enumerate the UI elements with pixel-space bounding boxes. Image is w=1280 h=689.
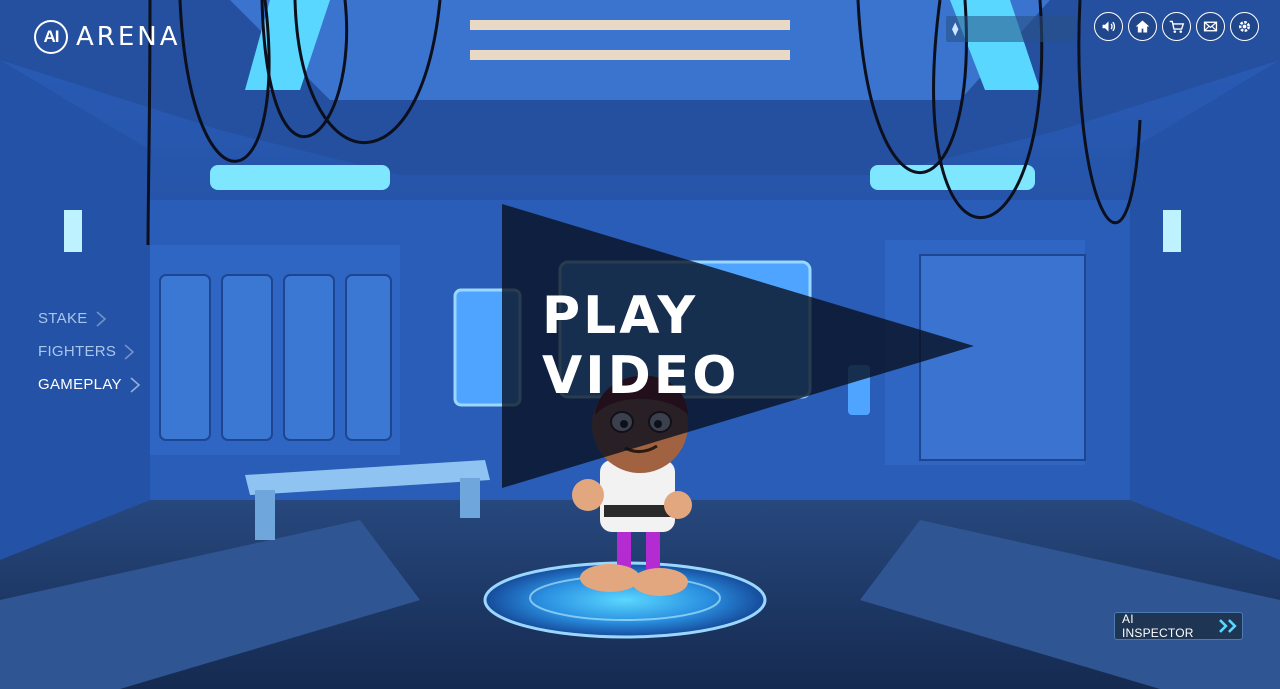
chevron-right-icon [130,376,141,393]
home-icon [1135,20,1150,33]
double-chevron-right-icon [1219,619,1237,633]
menu-item-label: STAKE [38,310,88,327]
chevron-right-icon [124,343,135,360]
menu-item-label: FIGHTERS [38,343,117,360]
menu-item-label: GAMEPLAY [38,376,122,393]
logo-badge: AI [34,20,68,54]
mail-icon [1203,21,1218,32]
ethereum-icon: ⧫ [952,21,959,36]
sound-button[interactable] [1094,12,1123,41]
play-video-line1: PLAY [542,286,699,346]
home-button[interactable] [1128,12,1157,41]
wallet-balance-box[interactable]: ⧫ [946,16,1076,42]
sound-icon [1102,21,1116,32]
ai-inspector-button[interactable]: AI INSPECTOR [1114,612,1243,640]
play-video-line2: VIDEO [542,346,740,406]
play-video-label: PLAY VIDEO [542,286,739,406]
app-logo[interactable]: AI ARENA [34,20,181,54]
mail-button[interactable] [1196,12,1225,41]
cart-icon [1169,20,1185,33]
menu-item-stake[interactable]: STAKE [38,302,142,335]
menu-item-gameplay[interactable]: GAMEPLAY [38,368,142,401]
gear-icon [1238,20,1251,33]
menu-item-fighters[interactable]: FIGHTERS [38,335,142,368]
settings-button[interactable] [1230,12,1259,41]
ai-inspector-label: AI INSPECTOR [1122,612,1194,640]
chevron-right-icon [96,310,106,327]
play-video-button[interactable]: PLAY VIDEO [502,204,974,488]
top-toolbar [1094,12,1259,41]
shop-button[interactable] [1162,12,1191,41]
logo-wordmark: ARENA [76,22,181,52]
side-menu: STAKE FIGHTERS GAMEPLAY [38,302,142,401]
